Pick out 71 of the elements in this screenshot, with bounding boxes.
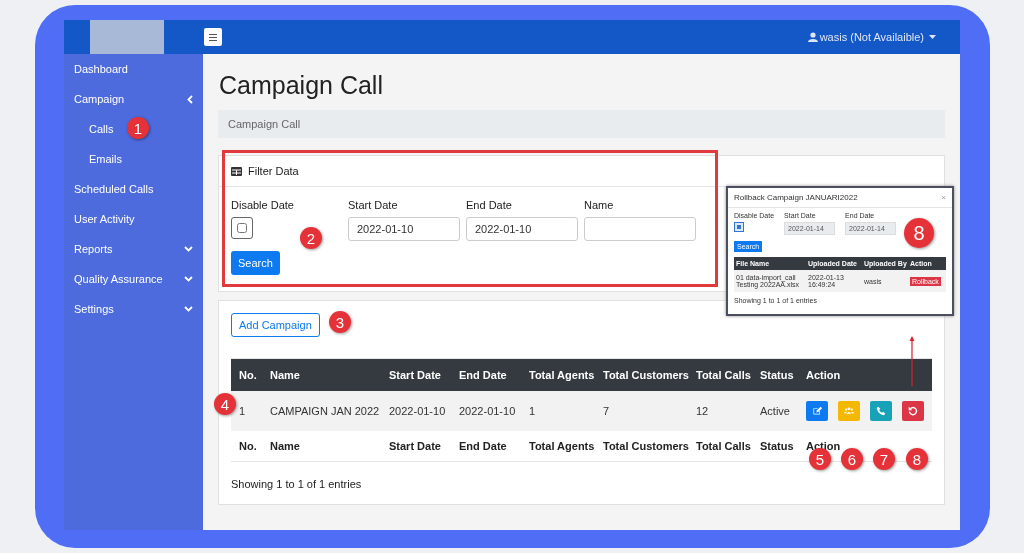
column-header: No. — [231, 358, 262, 391]
field-label: Start Date — [348, 199, 399, 211]
sidebar-item[interactable]: User Activity — [64, 204, 203, 234]
user-icon — [807, 32, 818, 42]
table-icon — [231, 166, 242, 176]
table-cell: Active — [752, 391, 798, 431]
check-icon — [737, 225, 741, 229]
column-footer: No. — [231, 431, 262, 462]
column-footer: Name — [262, 431, 381, 462]
caret-down-icon — [929, 35, 936, 39]
sidebar-item[interactable]: Reports — [64, 234, 203, 264]
sidebar-item[interactable]: Settings — [64, 294, 203, 324]
field-label: Name — [584, 199, 615, 211]
menu-button[interactable] — [204, 28, 222, 46]
sidebar-subitem[interactable]: Calls — [89, 123, 114, 135]
table-cell: 2022-01-10 — [451, 391, 521, 431]
column-footer: Start Date — [381, 431, 451, 462]
field-label: End Date — [466, 199, 513, 211]
page-title: Campaign Call — [219, 71, 384, 100]
close-button[interactable]: × — [941, 193, 946, 202]
input-field[interactable]: 2022-01-10 — [348, 217, 460, 241]
column-footer: Status — [752, 431, 798, 462]
dialog-title: Rollback Campaign JANUARI2022 — [734, 193, 858, 202]
table-cell: 2022-01-10 — [381, 391, 451, 431]
user-menu[interactable]: wasis (Not Availaible) — [807, 31, 936, 43]
chevron-down-icon — [184, 246, 193, 252]
sidebar-item[interactable]: Campaign — [64, 84, 203, 114]
add-campaign-button[interactable]: Add Campaign — [231, 313, 320, 337]
table-cell: 12 — [688, 391, 752, 431]
sidebar-subitem[interactable]: Emails — [89, 153, 122, 165]
edit-icon — [812, 406, 822, 416]
column-header: Action — [798, 358, 932, 391]
column-footer: Total Customers — [595, 431, 688, 462]
phone-icon — [876, 406, 886, 416]
input-field[interactable]: 2022-01-10 — [466, 217, 578, 241]
breadcrumb: Campaign Call — [218, 110, 945, 138]
sidebar-item[interactable]: Quality Assurance — [64, 264, 203, 294]
column-footer: Total Calls — [688, 431, 752, 462]
sidebar-item[interactable]: Dashboard — [64, 54, 203, 84]
chevron-down-icon — [184, 276, 193, 282]
column-header: Total Calls — [688, 358, 752, 391]
column-header: Start Date — [381, 358, 451, 391]
phone-button[interactable] — [870, 401, 892, 421]
pointer-arrow — [908, 336, 916, 386]
chevron-left-icon — [187, 94, 193, 104]
table-cell: 1 — [231, 391, 262, 431]
table-cell: 7 — [595, 391, 688, 431]
group-icon — [844, 406, 854, 416]
undo-icon — [908, 406, 918, 416]
entries-info: Showing 1 to 1 of 1 entries — [231, 478, 363, 490]
edit-button[interactable] — [806, 401, 828, 421]
column-header: Status — [752, 358, 798, 391]
input-field[interactable] — [584, 217, 696, 241]
card-title: Filter Data — [248, 165, 299, 177]
sidebar-item[interactable]: Scheduled Calls — [64, 174, 203, 204]
checkbox[interactable] — [734, 222, 744, 232]
rollback-button[interactable] — [902, 401, 924, 421]
column-footer: End Date — [451, 431, 521, 462]
checkbox[interactable] — [237, 223, 247, 233]
column-header: Name — [262, 358, 381, 391]
column-header: Total Customers — [595, 358, 688, 391]
search-button[interactable]: Search — [231, 251, 280, 275]
number-badge: 4 — [214, 393, 236, 415]
column-footer: Total Agents — [521, 431, 595, 462]
chevron-down-icon — [184, 306, 193, 312]
field-label: Disable Date — [231, 199, 295, 211]
table-cell: 1 — [521, 391, 595, 431]
menu-icon — [209, 33, 217, 41]
column-header: End Date — [451, 358, 521, 391]
table-cell: CAMPAIGN JAN 2022 — [262, 391, 381, 431]
column-header: Total Agents — [521, 358, 595, 391]
